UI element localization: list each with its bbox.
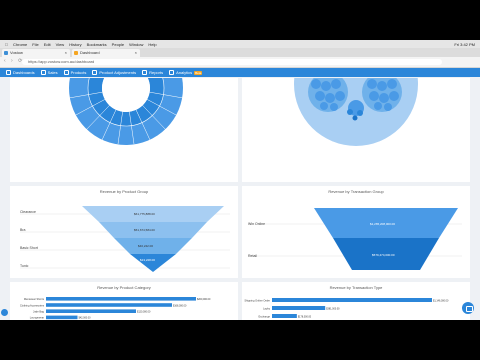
sunburst-panel [10,78,238,182]
nav-analytics[interactable]: Analytics Beta [169,70,203,75]
bar-category-label: Clothing Accessories [20,303,45,307]
nav-products[interactable]: Products [63,70,87,75]
adjust-icon [92,70,98,75]
funnel-segment[interactable] [130,254,176,272]
bar[interactable] [46,309,136,313]
bar-category-label: Jade Bag [33,310,45,314]
bar-value-label: $42,000.00 [79,317,92,320]
settings-icon[interactable] [1,309,8,316]
nav-sales[interactable]: Sales [40,70,58,75]
menu-help[interactable]: Help [148,42,156,47]
bar[interactable] [272,314,297,318]
bubble-chart [294,78,418,146]
nav-product-adjustments[interactable]: Product Adjustments [92,70,136,75]
funnel-label: Tunic [20,264,29,268]
browser-tab-bar: Vostow × Dashboard × [0,48,480,57]
funnel-label: Basic Short [20,246,38,250]
funnel-value: $579,474,000.00 [372,253,395,257]
nav-label: Products [70,70,87,75]
funnel-transaction-group-panel: Revenue by Transaction Group Win Online … [242,186,470,278]
bar-category-label: Layby [263,307,271,311]
funnel-value: $40,242.00 [138,244,154,248]
nav-label: Product Adjustments [99,70,137,75]
nav-label: Reports [149,70,164,75]
tab-vostow[interactable]: Vostow × [2,49,70,57]
address-bar[interactable]: https://app.vostow.com.au/dashboard [22,59,442,65]
beta-badge: Beta [194,70,203,75]
menu-history[interactable]: History [69,42,81,47]
funnel-label: Clearance [20,210,36,214]
bar-value-label: $381,000.00 [326,308,340,311]
menu-people[interactable]: People [112,42,124,47]
funnel-value: $61,775,888.00 [134,212,155,216]
bar[interactable] [272,298,432,302]
funnel-value: $13,228.00 [140,258,156,262]
mac-menu-bar:  Chrome File Edit View History Bookmark… [0,40,480,48]
nav-label: Sales [47,70,58,75]
bar-value-label: $120,000.00 [137,311,151,314]
tab-dashboard[interactable]: Dashboard × [72,49,140,57]
bar-value-label: $200,000.00 [197,298,211,301]
funnel-value: $51,674,584.00 [134,228,155,232]
chat-help-icon[interactable] [462,302,474,314]
bar-product-category-panel: Revenue by Product Category Menswear Sho… [10,282,238,320]
bar-category-label: Exchange [258,315,270,319]
funnel-chart [248,208,462,270]
tab-label: Dashboard [80,50,100,55]
funnel-chart [20,206,230,272]
dashboard-content: Revenue by Product Group Clearance Bra B… [0,78,480,320]
app-nav-bar: Dashboards Sales Products Product Adjust… [0,68,480,77]
bar[interactable] [46,297,196,301]
menu-chrome[interactable]: Chrome [13,42,27,47]
tab-label: Vostow [10,50,23,55]
close-tab-icon[interactable]: × [135,49,137,57]
funnel-value: $1,265,208,000.00 [370,222,396,226]
bar-transaction-type-panel: Revenue by Transaction Type Shipping Onl… [242,282,470,320]
funnel-product-group-panel: Revenue by Product Group Clearance Bra B… [10,186,238,278]
cart-icon [40,70,46,75]
bar-value-label: $178,000.00 [298,316,312,319]
close-tab-icon[interactable]: × [65,49,67,57]
nav-label: Analytics [176,70,193,75]
bar-category-label: Loungewear [30,316,44,320]
menu-window[interactable]: Window [129,42,143,47]
tab-favicon-icon [74,51,78,55]
desktop-screen:  Chrome File Edit View History Bookmark… [0,40,480,320]
menu-view[interactable]: View [56,42,65,47]
bar-category-label: Shipping Online Order [244,299,270,303]
box-icon [63,70,69,75]
dashboard-icon [6,70,11,75]
bar-value-label: $168,000.00 [173,304,187,307]
funnel-label: Retail [248,254,257,258]
bar[interactable] [46,303,172,307]
clock: Fri 3:42 PM [454,41,475,47]
bar-chart: Menswear Shorts $200,000.00 Clothing Acces… [20,297,211,320]
bar-category-label: Menswear Shorts [24,297,45,301]
apple-icon[interactable]:  [5,42,8,47]
nav-label: Dashboards [13,70,35,75]
menu-edit[interactable]: Edit [44,42,51,47]
nav-reports[interactable]: Reports [142,70,163,75]
bar[interactable] [46,315,78,320]
sunburst-chart [68,78,184,145]
bubble-panel [242,78,470,182]
tab-favicon-icon [4,51,8,55]
menu-bookmarks[interactable]: Bookmarks [87,42,107,47]
funnel-label: Win Online [248,222,266,226]
funnel-label: Bra [20,228,26,232]
nav-dashboards[interactable]: Dashboards [6,70,35,75]
bar-value-label: $1,146,000.00 [433,300,449,303]
browser-toolbar: ‹ › ⟳ https://app.vostow.com.au/dashboar… [0,57,480,68]
menu-file[interactable]: File [32,42,38,47]
chart-icon [169,70,175,75]
report-icon [142,70,148,75]
bar[interactable] [272,306,326,310]
bar-chart: Shipping Online Order $1,146,000.00 Layby $… [244,298,449,319]
